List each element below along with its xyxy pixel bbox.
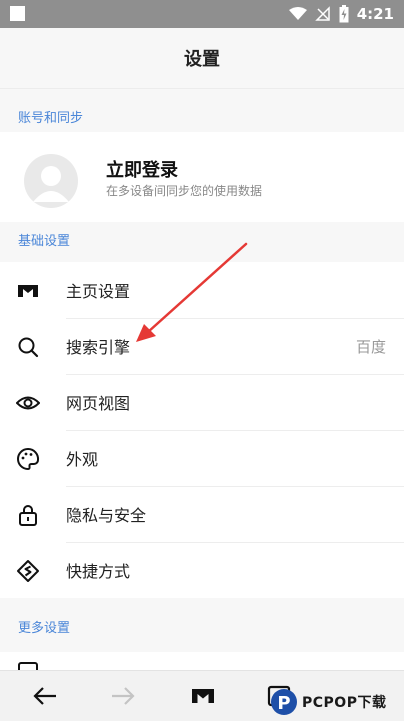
palette-icon	[17, 447, 40, 471]
settings-item-label: 主页设置	[66, 282, 131, 301]
more-settings-peek[interactable]	[0, 652, 404, 672]
forward-arrow-icon[interactable]	[110, 683, 136, 709]
wifi-icon	[288, 7, 307, 20]
settings-item-shortcuts[interactable]: 快捷方式	[0, 542, 404, 598]
pcpop-logo-icon: P	[271, 689, 297, 715]
page-title: 设置	[184, 49, 220, 70]
settings-item-label: 外观	[66, 450, 99, 469]
settings-item-label: 网页视图	[66, 394, 131, 413]
eye-icon	[16, 396, 40, 410]
lock-icon	[19, 505, 37, 526]
search-engine-value: 百度	[355, 337, 386, 356]
search-icon	[18, 337, 39, 358]
login-title: 立即登录	[106, 160, 178, 181]
section-label-more: 更多设置	[18, 621, 71, 636]
shortcut-icon	[17, 560, 39, 582]
settings-item-search-engine[interactable]: 搜索引擎 百度	[0, 318, 404, 374]
avatar[interactable]	[24, 154, 78, 208]
watermark-text: PCPOP下载	[302, 695, 387, 711]
home-logo-icon	[18, 285, 38, 297]
settings-item-label: 隐私与安全	[66, 506, 147, 525]
settings-item-homepage[interactable]: 主页设置	[0, 262, 404, 318]
svg-text:P: P	[277, 693, 290, 714]
settings-item-label: 快捷方式	[66, 562, 131, 581]
clock: 4:21	[356, 5, 394, 23]
notification-square-icon	[10, 6, 25, 21]
login-subtitle: 在多设备间同步您的使用数据	[106, 184, 263, 198]
status-icons: 4:21	[288, 4, 394, 24]
home-logo-icon[interactable]	[190, 683, 216, 709]
back-arrow-icon[interactable]	[32, 683, 58, 709]
section-label-account: 账号和同步	[18, 111, 84, 126]
basic-settings-list: 主页设置 搜索引擎 百度 网页视图 外观 隐私与安全 快捷方式	[0, 262, 404, 598]
battery-charging-icon	[339, 5, 349, 23]
no-signal-icon	[314, 6, 330, 21]
settings-item-webview[interactable]: 网页视图	[0, 374, 404, 430]
section-label-basic: 基础设置	[18, 234, 71, 249]
settings-item-label: 搜索引擎	[66, 338, 131, 357]
status-bar: 4:21	[0, 0, 404, 28]
login-card[interactable]: 立即登录 在多设备间同步您的使用数据	[0, 132, 404, 222]
app-header: 设置	[0, 28, 404, 89]
watermark: P PCPOP下载	[270, 684, 404, 720]
settings-item-appearance[interactable]: 外观	[0, 430, 404, 486]
settings-item-privacy[interactable]: 隐私与安全	[0, 486, 404, 542]
user-avatar-icon	[33, 166, 69, 202]
